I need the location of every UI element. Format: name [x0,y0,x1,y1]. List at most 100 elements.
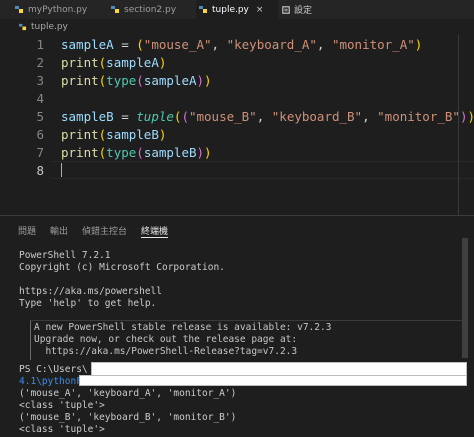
code-line: 6 print(sampleB) [0,126,474,144]
code-line: 4 [0,90,474,108]
terminal-scrollbar[interactable] [462,238,468,358]
token: type [106,73,137,88]
tab-problems[interactable]: 問題 [18,224,36,238]
tab-label: myPython.py [28,4,88,15]
token: , [211,37,227,52]
breadcrumb-file: tuple.py [31,22,68,32]
token: ) [196,73,205,88]
token: "mouse_B" [188,109,257,124]
text-cursor [61,163,62,177]
code-text: print(type(sampleA)) [61,72,212,90]
terminal-output-line: ('mouse_A', 'keyboard_A', 'monitor_A') [19,388,237,399]
tab-section2[interactable]: section2.py [110,0,194,19]
code-editor[interactable]: 1 sampleA = ("mouse_A", "keyboard_A", "m… [0,35,474,215]
notice-line: https://aka.ms/PowerShell-Release?tag=v7… [34,346,298,357]
line-number: 8 [36,163,44,178]
token: ) [196,145,205,160]
code-line: 5 sampleB = tuple(("mouse_B", "keyboard_… [0,108,474,126]
tab-output[interactable]: 輸出 [50,224,68,238]
terminal-line: https://aka.ms/powershell [19,286,162,297]
line-number: 7 [36,145,44,160]
token: ( [181,109,189,124]
token: ) [414,37,423,52]
tab-label: section2.py [124,4,177,15]
token: , [362,109,378,124]
token: ( [136,37,144,52]
code-line: 1 sampleA = ("mouse_A", "keyboard_A", "m… [0,36,474,54]
token: sampleA [106,55,159,70]
current-line-highlight [50,161,474,179]
update-notice: A new PowerShell stable release is avail… [30,320,467,360]
token: tuple [136,109,174,124]
tab-debug-console[interactable]: 偵錯主控台 [82,224,127,238]
token: = [113,109,137,124]
tab-mypython[interactable]: myPython.py [14,0,114,19]
token: ) [204,145,212,160]
line-number: 6 [36,127,44,142]
redaction-box [79,375,467,386]
terminal-output-line: ('mouse_B', 'keyboard_B', 'monitor_B') [19,412,237,423]
python-file-icon [199,6,207,13]
token: ) [158,55,167,70]
terminal-line: Copyright (c) Microsoft Corporation. [19,262,225,273]
token: ) [204,73,212,88]
terminal-prompt: 4.1\pythonF [19,376,82,387]
token: = [113,37,137,52]
line-number: 1 [36,37,44,52]
token: print [61,145,99,160]
token: "keyboard_A" [226,37,317,52]
token: ( [136,73,144,88]
python-file-icon [18,23,27,31]
token: type [106,145,137,160]
token: "monitor_B" [377,109,460,124]
token: print [61,55,99,70]
token: print [61,73,99,88]
code-text: sampleA = ("mouse_A", "keyboard_A", "mon… [61,36,422,54]
redaction-box [91,362,467,376]
line-number: 5 [36,109,44,124]
editor-overview-ruler [458,35,459,215]
token: ) [467,109,474,124]
line-number: 3 [36,73,44,88]
code-text: print(sampleB) [61,126,166,144]
line-number: 4 [36,91,44,106]
terminal-output-line: <class 'tuple'> [19,400,105,411]
token: ( [136,145,144,160]
close-icon[interactable]: × [256,5,264,15]
code-text: print(sampleA) [61,54,166,72]
notice-line: A new PowerShell stable release is avail… [34,322,332,333]
token: , [256,109,272,124]
breadcrumb[interactable]: tuple.py [18,19,68,35]
code-text: sampleB = tuple(("mouse_B", "keyboard_B"… [61,108,474,126]
tab-label: tuple.py [212,4,249,15]
token: sampleB [106,127,159,142]
token: print [61,127,99,142]
terminal-line: PowerShell 7.2.1 [19,250,111,261]
settings-icon [282,5,290,14]
tab-settings[interactable]: 設定 [282,0,312,19]
terminal-output-line: <class 'tuple'> [19,424,105,435]
line-number: 2 [36,55,44,70]
code-line: 3 print(type(sampleA)) [0,72,474,90]
terminal-prompt: PS C:\Users\ [19,364,88,375]
token: sampleB [61,109,114,124]
tab-terminal[interactable]: 終端機 [141,224,169,238]
token: "keyboard_B" [271,109,363,124]
tab-label: 設定 [294,6,313,16]
terminal-line: Type 'help' to get help. [19,298,157,309]
code-text: print(type(sampleB)) [61,144,212,162]
token: sampleB [143,145,197,160]
python-file-icon [111,6,119,13]
token: "monitor_A" [331,37,415,52]
code-line: 7 print(type(sampleB)) [0,144,474,162]
panel-tabs: 問題 輸出 偵錯主控台 終端機 [18,224,182,238]
token: , [316,37,332,52]
token: sampleA [143,73,197,88]
notice-line: Upgrade now, or check out the release pa… [34,334,298,345]
token: "mouse_A" [143,37,212,52]
python-file-icon [15,6,23,13]
token: ) [158,127,167,142]
editor-tab-bar: myPython.py section2.py tuple.py × 設定 [0,0,474,19]
token: sampleA [61,37,114,52]
tab-tuple[interactable]: tuple.py × [196,0,278,19]
